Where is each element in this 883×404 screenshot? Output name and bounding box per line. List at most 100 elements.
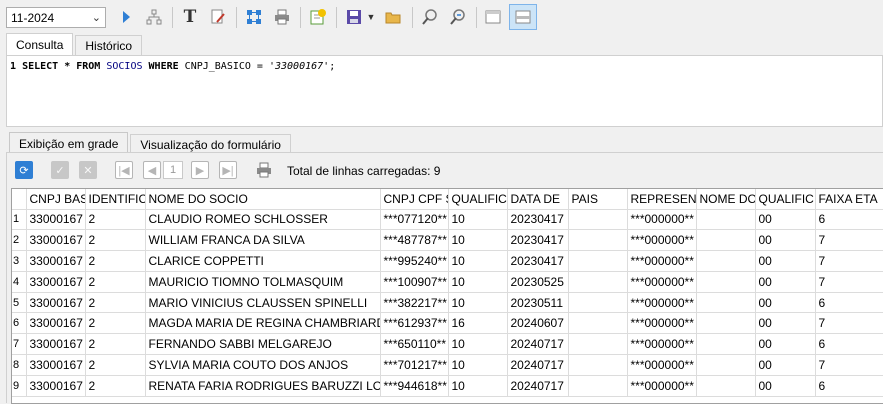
table-cell[interactable]: 00 (755, 229, 816, 252)
table-cell[interactable]: 33000167 (26, 312, 86, 335)
table-cell[interactable]: ***995240** (380, 250, 449, 272)
table-cell[interactable]: MAURICIO TIOMNO TOLMASQUIM (145, 271, 381, 293)
table-cell[interactable]: ***100907** (380, 271, 449, 293)
table-cell[interactable]: 00 (755, 271, 816, 293)
table-cell[interactable]: MAGDA MARIA DE REGINA CHAMBRIARD (145, 312, 381, 335)
table-cell[interactable]: ***487787** (380, 229, 449, 252)
table-row[interactable]: 1 33000167 2 CLAUDIO ROMEO SCHLOSSER ***0771… (12, 209, 883, 231)
column-header[interactable]: PAIS (568, 189, 628, 210)
table-cell[interactable]: ***382217** (380, 292, 449, 314)
table-cell[interactable] (696, 354, 756, 376)
table-cell[interactable]: CLARICE COPPETTI (145, 250, 381, 272)
table-cell[interactable]: 10 (448, 292, 508, 314)
table-cell[interactable]: ***000000** (627, 354, 697, 376)
table-cell[interactable] (568, 229, 628, 252)
confirm-icon[interactable]: ✓ (51, 161, 69, 179)
table-cell[interactable]: 7 (815, 271, 883, 293)
table-cell[interactable]: 00 (755, 354, 816, 376)
layout-split-icon[interactable] (509, 4, 537, 30)
sql-editor[interactable]: 1 SELECT * FROM SOCIOS WHERE CNPJ_BASICO… (6, 55, 883, 127)
table-cell[interactable]: 10 (448, 250, 508, 272)
table-cell[interactable]: 10 (448, 375, 508, 397)
table-cell[interactable]: SYLVIA MARIA COUTO DOS ANJOS (145, 354, 381, 376)
table-row[interactable]: 6 33000167 2 MAGDA MARIA DE REGINA CHAMBRIA… (12, 312, 883, 335)
table-cell[interactable] (568, 375, 628, 397)
open-icon[interactable] (381, 5, 405, 29)
table-cell[interactable]: 2 (85, 271, 146, 293)
table-cell[interactable]: 7 (815, 229, 883, 252)
table-cell[interactable]: FERNANDO SABBI MELGAREJO (145, 333, 381, 356)
add-query-icon[interactable] (306, 5, 330, 29)
table-cell[interactable]: 2 (85, 209, 146, 231)
table-cell[interactable]: 10 (448, 333, 508, 356)
table-cell[interactable]: 00 (755, 292, 816, 314)
column-header[interactable]: CNPJ CPF S (380, 189, 449, 210)
table-cell[interactable]: 00 (755, 375, 816, 397)
last-page-icon[interactable]: ▶| (219, 161, 237, 179)
table-cell[interactable]: 7 (815, 250, 883, 272)
page-number-input[interactable]: 1 (163, 161, 183, 179)
table-cell[interactable]: ***944618** (380, 375, 449, 397)
table-cell[interactable]: 00 (755, 333, 816, 356)
table-cell[interactable]: 2 (85, 375, 146, 397)
table-cell[interactable]: 20240607 (507, 312, 569, 335)
table-row[interactable]: 5 33000167 2 MARIO VINICIUS CLAUSSEN SPINEL… (12, 292, 883, 314)
tab-consulta[interactable]: Consulta (6, 33, 74, 55)
print-icon[interactable] (255, 161, 273, 179)
column-header[interactable]: DATA DE (507, 189, 569, 210)
replace-icon[interactable] (446, 5, 470, 29)
table-cell[interactable] (568, 292, 628, 314)
table-cell[interactable]: ***000000** (627, 250, 697, 272)
table-cell[interactable]: 2 (85, 250, 146, 272)
table-cell[interactable]: ***077120** (380, 209, 449, 231)
table-row[interactable]: 9 33000167 2 RENATA FARIA RODRIGUES BARUZZI… (12, 375, 883, 397)
table-cell[interactable]: 10 (448, 354, 508, 376)
table-cell[interactable] (568, 271, 628, 293)
save-icon[interactable] (342, 5, 366, 29)
table-row[interactable]: 4 33000167 2 MAURICIO TIOMNO TOLMASQUIM ***1… (12, 271, 883, 293)
cancel-icon[interactable]: ✕ (79, 161, 97, 179)
column-header[interactable]: QUALIFIC (448, 189, 508, 210)
table-cell[interactable] (696, 333, 756, 356)
column-header[interactable]: IDENTIFIC (85, 189, 146, 210)
table-cell[interactable]: 10 (448, 271, 508, 293)
table-cell[interactable]: ***000000** (627, 271, 697, 293)
first-page-icon[interactable]: |◀ (115, 161, 133, 179)
layout-single-icon[interactable] (481, 5, 505, 29)
column-header[interactable]: FAIXA ETA (815, 189, 883, 210)
table-cell[interactable]: 2 (85, 312, 146, 335)
table-row[interactable]: 7 33000167 2 FERNANDO SABBI MELGAREJO ***650… (12, 333, 883, 356)
dropdown-icon[interactable]: ▼ (364, 5, 378, 29)
column-header[interactable]: NOME DO (696, 189, 756, 210)
table-cell[interactable]: 00 (755, 250, 816, 272)
previous-page-icon[interactable]: ◀ (143, 161, 161, 179)
table-cell[interactable] (696, 229, 756, 252)
column-header[interactable]: NOME DO SOCIO (145, 189, 381, 210)
table-cell[interactable]: 33000167 (26, 333, 86, 356)
table-cell[interactable]: 20230417 (507, 250, 569, 272)
column-header[interactable]: QUALIFIC (755, 189, 816, 210)
column-header[interactable]: REPRESENT (627, 189, 697, 210)
table-cell[interactable]: 33000167 (26, 354, 86, 376)
tab-form-view[interactable]: Visualização do formulário (130, 134, 291, 154)
table-cell[interactable]: ***000000** (627, 209, 697, 231)
table-cell[interactable]: 33000167 (26, 229, 86, 252)
print-icon[interactable] (270, 5, 294, 29)
next-page-icon[interactable]: ▶ (191, 161, 209, 179)
table-cell[interactable]: RENATA FARIA RODRIGUES BARUZZI LOPES (145, 375, 381, 397)
table-cell[interactable]: ***612937** (380, 312, 449, 335)
table-cell[interactable]: 6 (815, 375, 883, 397)
clear-icon[interactable] (206, 5, 230, 29)
table-cell[interactable]: 20240717 (507, 333, 569, 356)
refresh-icon[interactable]: ⟳ (15, 161, 33, 179)
table-cell[interactable]: 7 (815, 354, 883, 376)
explain-icon[interactable] (142, 5, 166, 29)
table-cell[interactable]: 33000167 (26, 292, 86, 314)
schema-icon[interactable] (242, 5, 266, 29)
table-cell[interactable]: ***000000** (627, 375, 697, 397)
table-cell[interactable] (696, 250, 756, 272)
table-cell[interactable]: 20230525 (507, 271, 569, 293)
table-cell[interactable]: 33000167 (26, 209, 86, 231)
table-cell[interactable] (568, 333, 628, 356)
table-cell[interactable]: 6 (815, 292, 883, 314)
